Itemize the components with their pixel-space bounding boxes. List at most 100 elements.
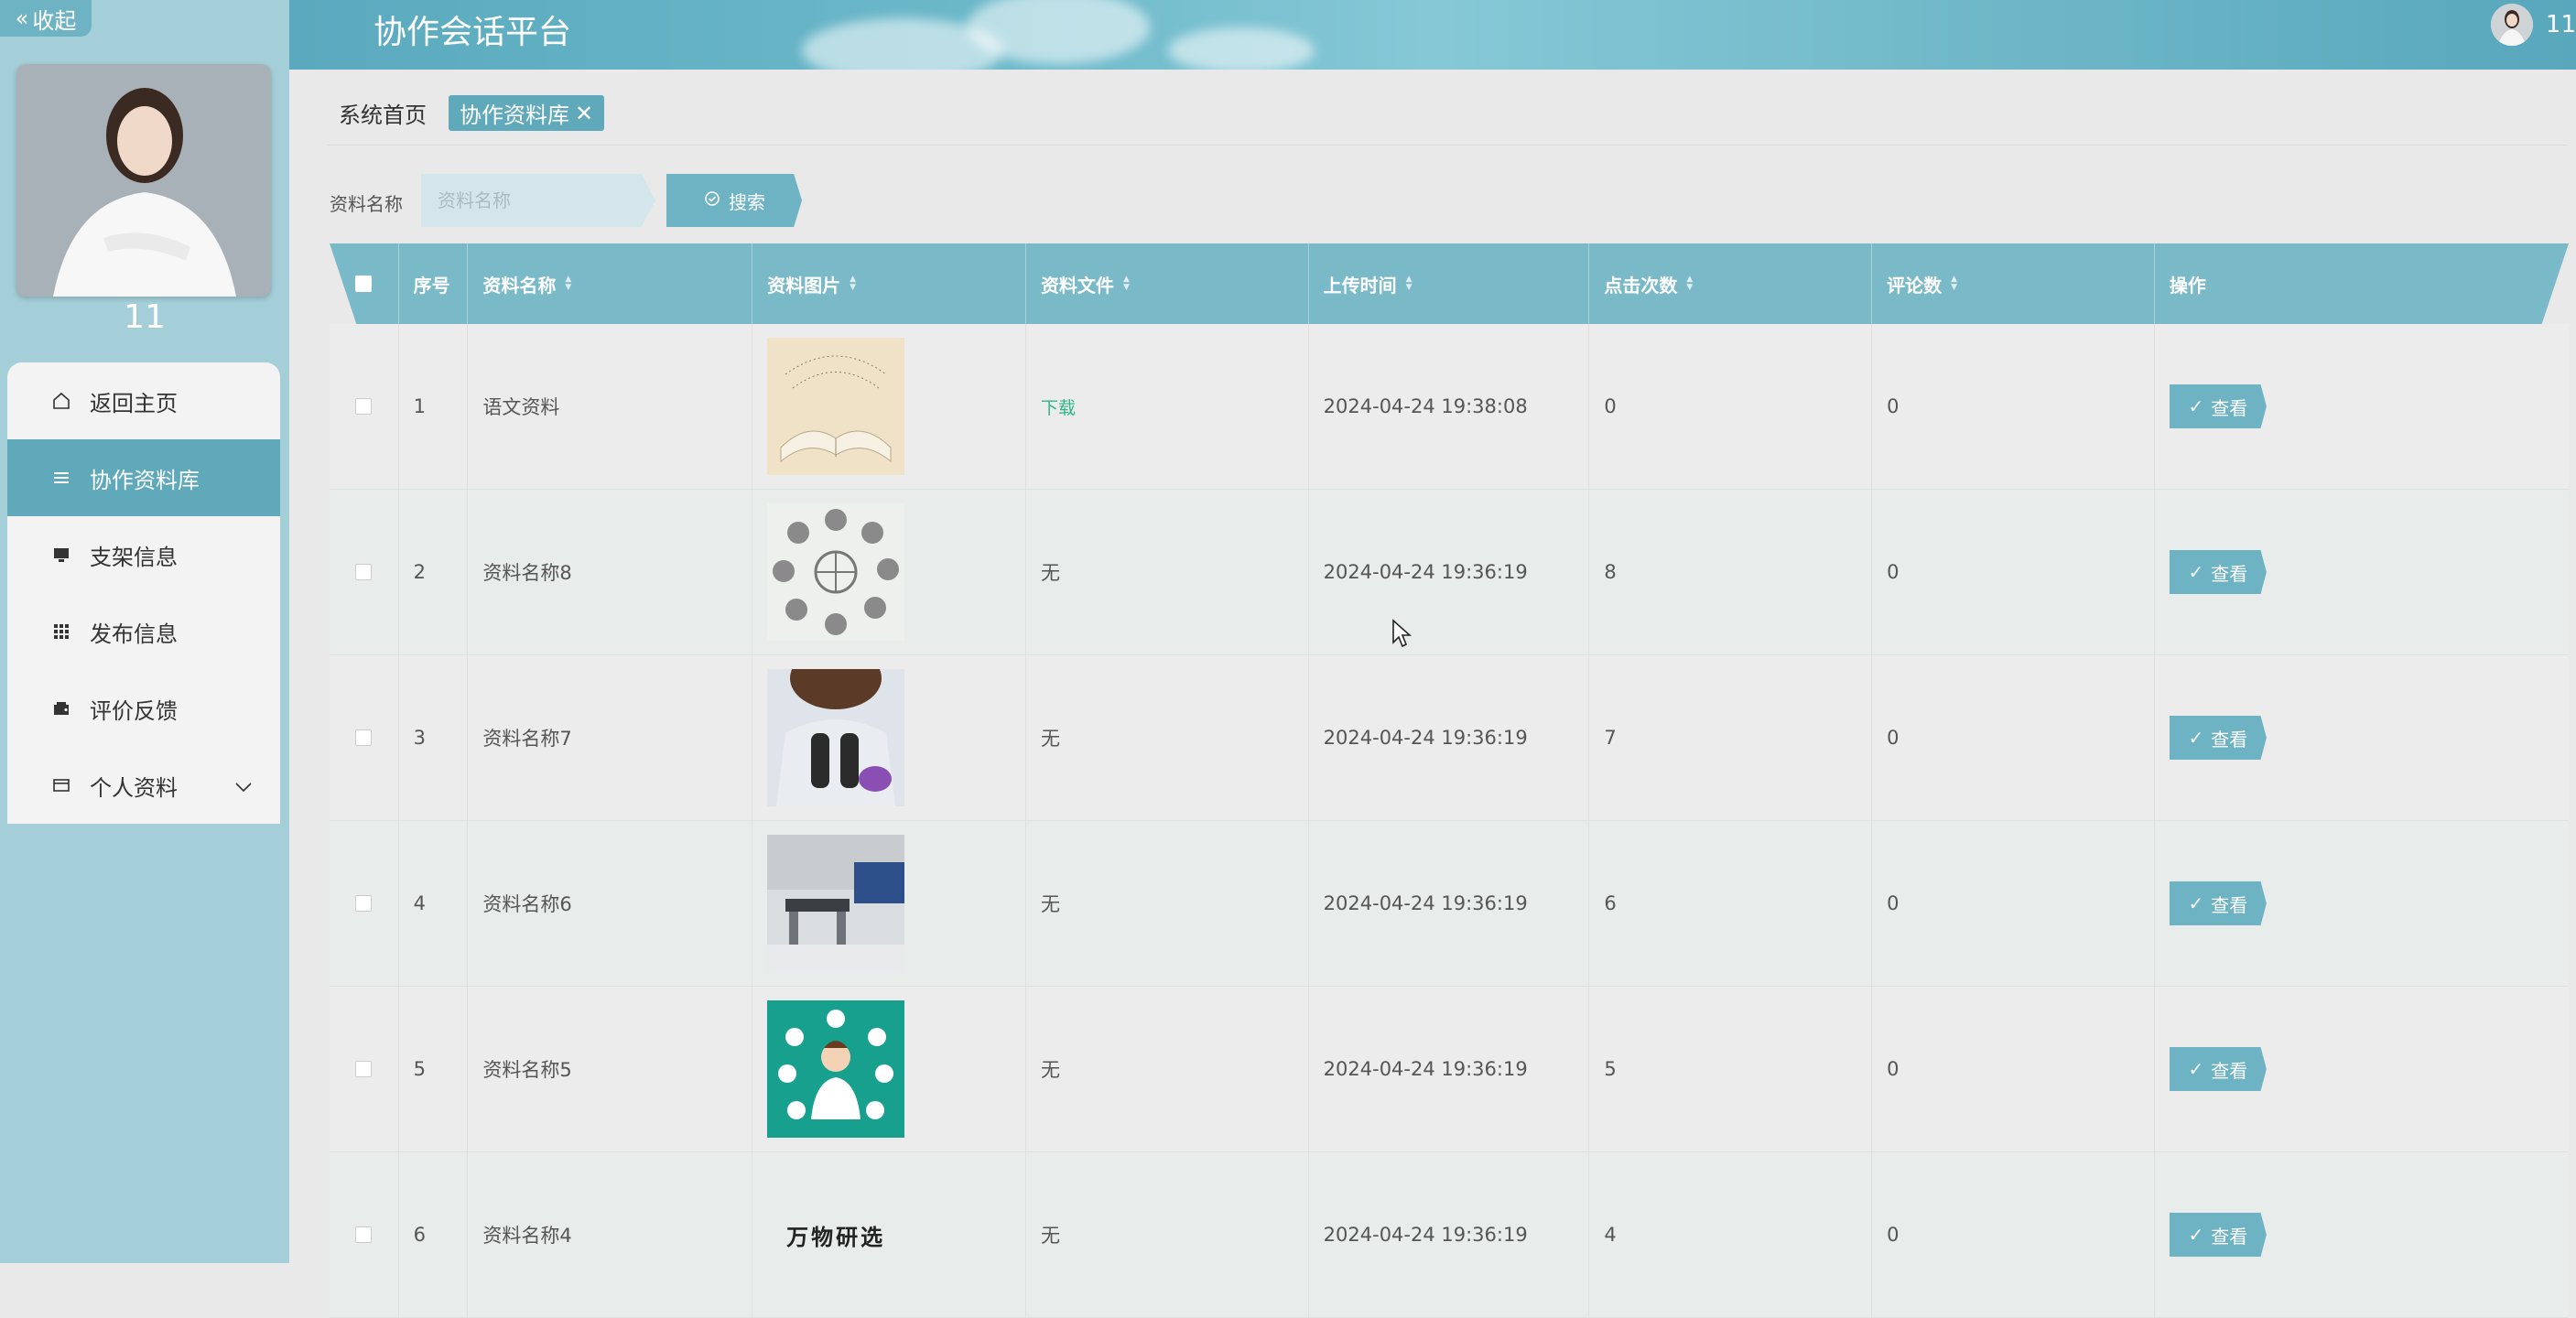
sidebar-item-collab-library[interactable]: 协作资料库: [7, 439, 280, 516]
check-icon: ✓: [2188, 395, 2204, 417]
search-input[interactable]: [421, 174, 655, 227]
row-upload-time: 2024-04-24 19:38:08: [1309, 324, 1590, 489]
view-button[interactable]: ✓ 查看: [2169, 881, 2267, 925]
row-file: 无: [1026, 821, 1309, 986]
close-icon[interactable]: ✕: [575, 101, 593, 126]
view-button[interactable]: ✓ 查看: [2169, 1047, 2267, 1091]
microscope-researcher-image: [767, 669, 905, 806]
tab-collab-library[interactable]: 协作资料库 ✕: [449, 95, 605, 131]
check-icon: ✓: [2188, 1224, 2204, 1246]
row-comments: 0: [1872, 987, 2155, 1151]
check-icon: ✓: [2188, 1058, 2204, 1080]
app-title: 协作会话平台: [373, 14, 572, 51]
row-clicks: 7: [1589, 655, 1873, 820]
row-clicks: 4: [1589, 1152, 1873, 1317]
header-comments[interactable]: 评论数 ▲ ▼: [1872, 243, 2155, 324]
sidebar-item-profile[interactable]: 个人资料: [7, 747, 280, 824]
row-name: 资料名称6: [468, 821, 753, 986]
sidebar-item-publish-info[interactable]: 发布信息: [7, 593, 280, 670]
sidebar-item-label: 评价反馈: [90, 697, 178, 724]
row-name: 资料名称8: [468, 490, 753, 654]
sidebar-item-label: 支架信息: [90, 544, 178, 570]
monitor-icon: [49, 543, 73, 567]
check-icon: ✓: [2188, 561, 2204, 583]
row-checkbox[interactable]: [355, 398, 373, 415]
header-image[interactable]: 资料图片 ▲ ▼: [752, 243, 1026, 324]
row-clicks: 8: [1589, 490, 1873, 654]
row-comments: 0: [1872, 490, 2155, 654]
row-file: 无: [1026, 1152, 1309, 1317]
sidebar-menu: 返回主页 协作资料库 支架信息 发布信息 评价反馈 个人资料: [7, 362, 280, 824]
list-icon: [49, 466, 73, 490]
mouse-cursor-icon: [1391, 619, 1412, 652]
user-avatar: [16, 64, 271, 297]
view-button[interactable]: ✓ 查看: [2169, 384, 2267, 428]
sort-icon[interactable]: ▲ ▼: [1123, 275, 1130, 292]
header-name[interactable]: 资料名称 ▲ ▼: [468, 243, 753, 324]
row-clicks: 0: [1589, 324, 1873, 489]
table-row: 4 资料名称6 无 2024-04-24 19:36:19 6 0 ✓ 查看: [330, 821, 2569, 987]
search-icon: [703, 189, 721, 212]
search-button[interactable]: 搜索: [666, 174, 802, 227]
home-icon: [49, 389, 73, 413]
tab-label: 协作资料库: [460, 103, 569, 128]
card-icon: [49, 773, 73, 797]
row-checkbox[interactable]: [355, 729, 373, 746]
tab-home[interactable]: 系统首页: [328, 95, 438, 131]
open-book-image: [767, 338, 905, 475]
sort-icon[interactable]: ▲ ▼: [1686, 275, 1693, 292]
table-header: 序号 资料名称 ▲ ▼ 资料图片 ▲ ▼ 资料文件 ▲ ▼ 上传时间 ▲ ▼ 点击次数 ▲ ▼ 评论…: [330, 243, 2569, 324]
header-clicks[interactable]: 点击次数 ▲ ▼: [1589, 243, 1873, 324]
header-actions: 操作: [2169, 274, 2206, 297]
row-upload-time: 2024-04-24 19:36:19: [1309, 655, 1590, 820]
sidebar: « 收起 11 返回主页 协作资料库 支架信息 发布信息 评价反馈 个人资料: [0, 0, 289, 1263]
row-checkbox[interactable]: [355, 564, 373, 580]
row-file: 无: [1026, 655, 1309, 820]
row-clicks: 6: [1589, 821, 1873, 986]
sidebar-item-label: 发布信息: [90, 621, 178, 647]
select-all-checkbox[interactable]: [355, 275, 373, 292]
row-upload-time: 2024-04-24 19:36:19: [1309, 821, 1590, 986]
view-button[interactable]: ✓ 查看: [2169, 1213, 2267, 1257]
header-index: 序号: [399, 243, 469, 324]
sidebar-item-feedback[interactable]: 评价反馈: [7, 670, 280, 747]
view-button[interactable]: ✓ 查看: [2169, 550, 2267, 594]
image-caption: 万物研选: [786, 1223, 886, 1250]
download-link[interactable]: 下载: [1041, 394, 1076, 419]
header-upload-time[interactable]: 上传时间 ▲ ▼: [1309, 243, 1590, 324]
laboratory-room-image: [767, 835, 905, 972]
sort-icon[interactable]: ▲ ▼: [850, 275, 856, 292]
sort-icon[interactable]: ▲ ▼: [1406, 275, 1412, 292]
row-checkbox[interactable]: [355, 1061, 373, 1077]
row-comments: 0: [1872, 1152, 2155, 1317]
calligraphy-text-image: 万物研选: [767, 1166, 904, 1303]
collapse-label: 收起: [32, 7, 77, 34]
science-icons-circle-image: [767, 503, 905, 641]
row-comments: 0: [1872, 821, 2155, 986]
row-index: 1: [399, 324, 469, 489]
row-name: 资料名称7: [468, 655, 753, 820]
row-checkbox[interactable]: [355, 895, 373, 912]
table-row: 5 资料名称5 无 2024-04-24 19:36:19 5 0 ✓ 查看: [330, 987, 2569, 1152]
row-upload-time: 2024-04-24 19:36:19: [1309, 490, 1590, 654]
row-checkbox[interactable]: [355, 1226, 373, 1243]
view-button[interactable]: ✓ 查看: [2169, 716, 2267, 760]
row-clicks: 5: [1589, 987, 1873, 1151]
search-label: 资料名称: [330, 193, 403, 215]
row-index: 4: [399, 821, 469, 986]
sort-icon[interactable]: ▲ ▼: [1951, 275, 1957, 292]
sidebar-item-home[interactable]: 返回主页: [7, 362, 280, 439]
chevron-down-icon[interactable]: [234, 772, 253, 798]
wallet-icon: [49, 697, 73, 720]
row-index: 6: [399, 1152, 469, 1317]
sort-icon[interactable]: ▲ ▼: [565, 275, 571, 292]
table-row: 6 资料名称4 万物研选 无 2024-04-24 19:36:19 4 0 ✓…: [330, 1152, 2569, 1318]
sidebar-item-bracket-info[interactable]: 支架信息: [7, 516, 280, 593]
collapse-sidebar-button[interactable]: « 收起: [0, 0, 92, 37]
header-file[interactable]: 资料文件 ▲ ▼: [1026, 243, 1309, 324]
grid-icon: [49, 620, 73, 643]
row-index: 2: [399, 490, 469, 654]
header-user-menu[interactable]: 11: [2490, 4, 2576, 46]
table-row: 2 资料名称8 无 2024-04-24 19:36:19 8 0 ✓ 查看: [330, 490, 2569, 655]
double-chevron-left-icon: «: [15, 5, 29, 31]
